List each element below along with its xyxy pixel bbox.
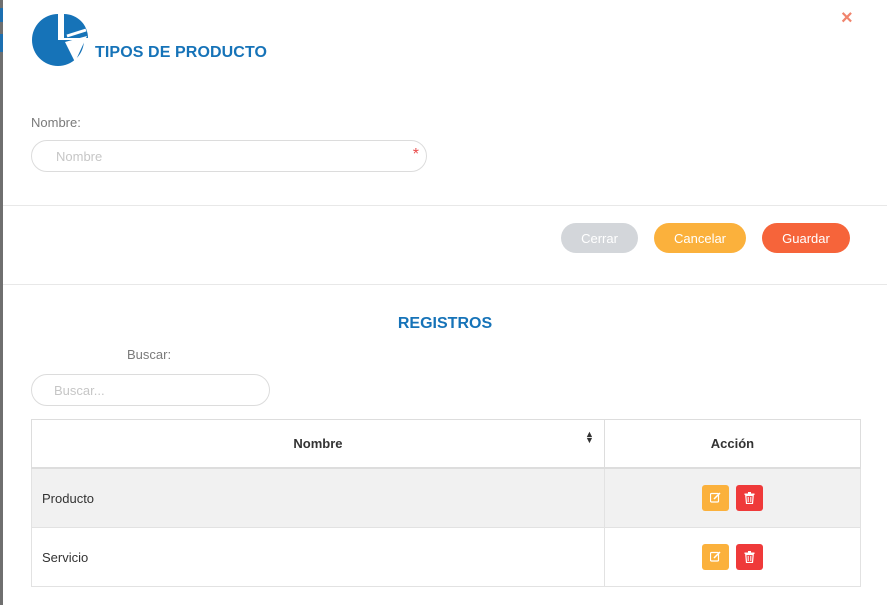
records-table: Nombre ▲ ▼ Acción Producto Servicio [31,419,862,587]
table-row: Producto [31,467,862,528]
cell-accion [603,527,862,587]
column-header-nombre[interactable]: Nombre ▲ ▼ [31,419,605,469]
edit-icon [709,551,721,562]
nombre-field-wrapper: * [31,140,427,172]
edit-icon [709,492,721,503]
close-icon[interactable]: × [841,6,853,30]
registros-heading: REGISTROS [397,315,493,332]
column-header-label: Nombre [293,436,343,451]
table-header-row: Nombre ▲ ▼ Acción [31,419,862,469]
delete-button[interactable] [736,485,764,511]
trash-icon [744,492,755,504]
guardar-button[interactable]: Guardar [762,223,850,253]
table-row: Servicio [31,527,862,587]
modal-title: TIPOS DE PRODUCTO [95,44,268,61]
delete-button[interactable] [736,544,764,570]
divider [3,205,887,206]
cancelar-button[interactable]: Cancelar [654,223,746,253]
search-input[interactable] [31,374,270,406]
cell-accion [603,467,862,528]
edit-button[interactable] [701,544,729,570]
required-asterisk: * [412,146,419,163]
nombre-input[interactable] [31,140,427,172]
column-header-accion: Acción [603,419,862,469]
tipos-producto-modal: TIPOS DE PRODUCTO × Nombre: * Cerrar Can… [3,0,887,605]
sort-icon[interactable]: ▲ ▼ [585,430,594,445]
cell-nombre: Producto [31,467,605,528]
cell-nombre: Servicio [31,527,605,587]
search-label: Buscar: [127,347,172,362]
pie-chart-logo-icon [32,14,88,66]
trash-icon [744,551,755,563]
edit-button[interactable] [701,485,729,511]
nombre-label: Nombre: [31,115,81,130]
divider [3,284,887,285]
cerrar-button[interactable]: Cerrar [561,223,638,253]
